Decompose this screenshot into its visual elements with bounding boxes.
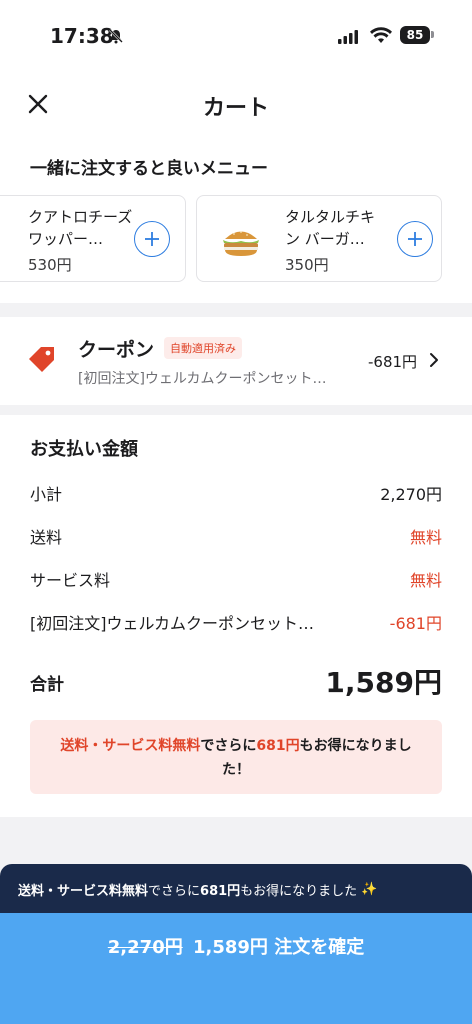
order-button-label: 2,270円 1,589円 注文を確定: [0, 933, 472, 959]
tag-icon: [29, 347, 54, 372]
plus-icon: [145, 232, 159, 246]
coupon-amount: -681円: [368, 353, 418, 371]
subtotal-row: 小計 2,270円: [30, 481, 442, 505]
row-value: 無料: [409, 571, 442, 590]
coupon-badge: 自動適用済み: [164, 337, 242, 359]
savings-banner: 送料・サービス料無料 でさらに 681円 もお得になりました ✨: [0, 864, 472, 914]
banner-text: でさらに: [148, 883, 201, 899]
row-label: [初回注文]ウェルカムクーポンセット…: [30, 614, 315, 633]
total-label: 合計: [30, 675, 64, 695]
savings-text: でさらに: [200, 738, 257, 754]
order-price: 1,589円: [193, 937, 268, 958]
add-button[interactable]: [397, 221, 433, 257]
chevron-right-icon: [430, 353, 438, 367]
status-time: 17:38: [50, 24, 114, 48]
row-value: 無料: [409, 528, 442, 547]
recommend-item-name: クアトロチーズ ワッパー…: [28, 208, 133, 248]
order-label: 注文を確定: [274, 937, 365, 958]
header: カート: [0, 70, 472, 140]
banner-text: もお得になりました: [240, 883, 358, 899]
recommend-item-price: 350円: [285, 256, 329, 274]
sparkles-icon: ✨: [361, 881, 378, 897]
coupon-description: [初回注文]ウェルカムクーポンセット…: [78, 371, 327, 387]
signal-icon: [338, 30, 358, 44]
row-label: サービス料: [30, 571, 111, 590]
bell-off-icon: [109, 29, 123, 44]
battery-indicator: 85: [400, 26, 430, 44]
battery-tip: [431, 31, 434, 38]
banner-amount: 681円: [200, 883, 241, 899]
original-price: 2,270円: [107, 937, 183, 958]
recommend-card[interactable]: タルタルチキン バーガ… 350円: [196, 195, 442, 282]
row-label: 小計: [30, 485, 63, 504]
recommend-item-name: タルタルチキン バーガ…: [285, 208, 376, 248]
savings-highlight: 送料・サービス料無料: [60, 738, 201, 754]
wifi-icon: [370, 27, 392, 43]
service-fee-row: サービス料 無料: [30, 567, 442, 591]
coupon-title: クーポン: [78, 339, 155, 361]
coupon-row[interactable]: クーポン 自動適用済み [初回注文]ウェルカムクーポンセット… -681円: [0, 317, 472, 405]
status-bar: 17:38 85: [0, 0, 472, 70]
burger-image: [223, 231, 259, 256]
payment-section: お支払い金額 小計 2,270円 送料 無料 サービス料 無料 [初回注文]ウェ…: [0, 415, 472, 817]
row-value: 2,270円: [380, 485, 442, 504]
row-value: -681円: [389, 614, 442, 633]
coupon-discount-row: [初回注文]ウェルカムクーポンセット… -681円: [30, 610, 442, 634]
savings-notice: 送料・サービス料無料でさらに681円もお得になりました！: [30, 720, 442, 794]
recommend-item-price: 530円: [28, 256, 72, 274]
delivery-fee-row: 送料 無料: [30, 524, 442, 548]
recommend-card[interactable]: クアトロチーズ ワッパー… 530円: [0, 195, 186, 282]
add-button[interactable]: [134, 221, 170, 257]
payment-title: お支払い金額: [30, 439, 138, 460]
recommend-title: 一緒に注文すると良いメニュー: [30, 159, 268, 179]
banner-highlight: 送料・サービス料無料: [18, 883, 149, 899]
recommend-section: 一緒に注文すると良いメニュー クアトロチーズ ワッパー… 530円 タルタルチキ…: [0, 140, 472, 303]
page-title: カート: [202, 96, 269, 121]
plus-icon: [408, 232, 422, 246]
order-confirm-button[interactable]: 2,270円 1,589円 注文を確定: [0, 913, 472, 1024]
savings-amount: 681円: [256, 738, 300, 754]
total-value: 1,589円: [325, 666, 442, 699]
row-label: 送料: [30, 528, 63, 547]
